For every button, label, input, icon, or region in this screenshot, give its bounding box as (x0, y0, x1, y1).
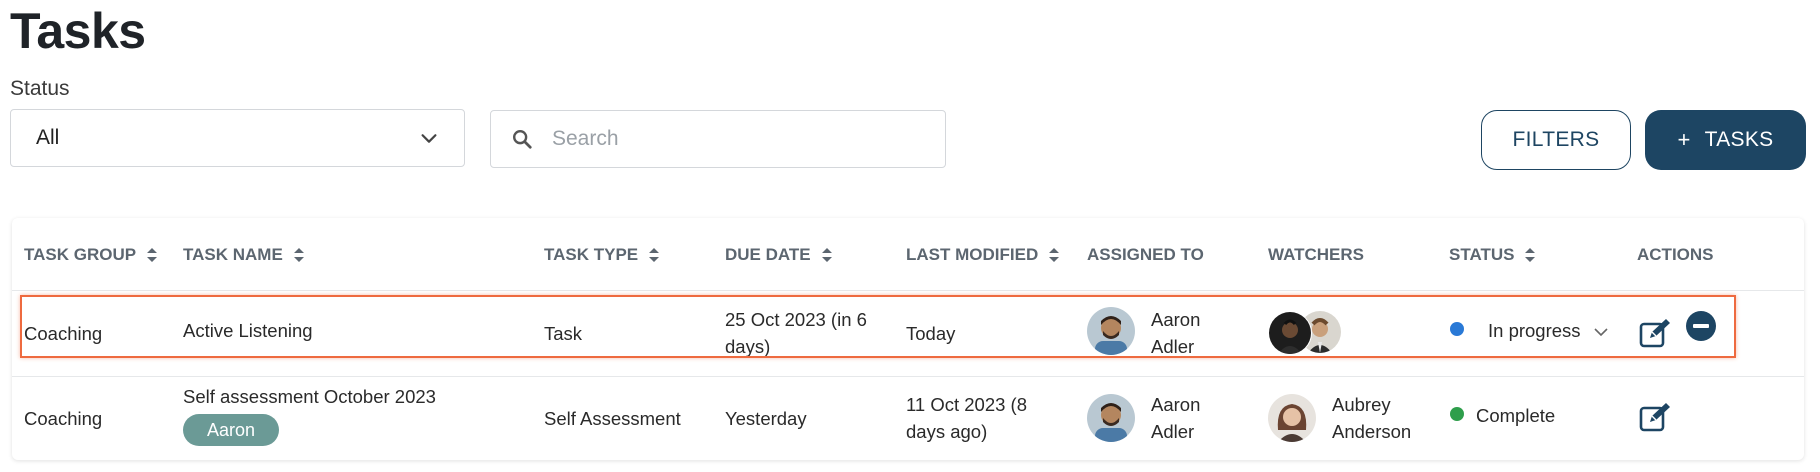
sort-icon (649, 248, 660, 262)
plus-icon: + (1677, 127, 1691, 152)
status-select[interactable]: All (10, 109, 465, 167)
column-header-label: ASSIGNED TO (1087, 245, 1204, 264)
assignee-last-name: Adler (1151, 421, 1195, 442)
task-tag: Aaron (183, 414, 280, 446)
remove-icon[interactable] (1685, 310, 1717, 342)
task-type-cell: Task (544, 323, 583, 344)
due-date-cell: Yesterday (725, 408, 807, 429)
column-header-task-group[interactable]: TASK GROUP (24, 245, 158, 265)
column-header-last-modified[interactable]: LAST MODIFIED (906, 245, 1060, 265)
task-group-cell: Coaching (24, 323, 103, 344)
task-name-cell: Self assessment October 2023 Aaron (183, 383, 436, 446)
sort-icon (147, 248, 158, 262)
sort-icon (821, 248, 832, 262)
column-header-task-type[interactable]: TASK TYPE (544, 245, 660, 265)
column-header-label: ACTIONS (1637, 245, 1714, 264)
column-header-assigned-to: ASSIGNED TO (1087, 245, 1204, 265)
edit-icon[interactable] (1639, 317, 1673, 349)
add-tasks-label: TASKS (1704, 128, 1774, 151)
status-dot (1450, 407, 1464, 421)
column-header-label: DUE DATE (725, 245, 811, 264)
table-row[interactable]: Coaching Active Listening Task 25 Oct 20… (12, 290, 1804, 377)
chevron-down-icon (421, 134, 437, 143)
task-name-cell[interactable]: Active Listening (183, 317, 313, 344)
column-header-label: WATCHERS (1268, 245, 1365, 264)
tasks-table: TASK GROUP TASK NAME TASK TYPE DUE DATE … (12, 218, 1804, 460)
watcher-avatar (1268, 394, 1316, 442)
column-header-actions: ACTIONS (1637, 245, 1714, 265)
column-header-label: LAST MODIFIED (906, 245, 1039, 264)
status-filter-label: Status (10, 77, 70, 100)
table-row[interactable]: Coaching Self assessment October 2023 Aa… (12, 377, 1804, 460)
edit-icon[interactable] (1639, 401, 1673, 433)
last-modified-cell: 11 Oct 2023 (8 days ago) (906, 391, 1027, 445)
last-modified-line: 11 Oct 2023 (8 (906, 394, 1028, 415)
column-header-label: TASK TYPE (544, 245, 639, 264)
column-header-task-name[interactable]: TASK NAME (183, 245, 305, 265)
assignee-first-name: Aaron (1151, 394, 1201, 415)
due-date-line: days) (725, 336, 771, 357)
status-dot (1450, 322, 1464, 336)
column-header-label: STATUS (1449, 245, 1515, 264)
column-header-status[interactable]: STATUS (1449, 245, 1536, 265)
status-text: Complete (1476, 405, 1556, 426)
task-type-cell: Self Assessment (544, 408, 681, 429)
watcher-name: Aubrey Anderson (1332, 391, 1411, 445)
assignee-avatar (1087, 394, 1135, 442)
last-modified-cell: Today (906, 323, 956, 344)
task-name-text[interactable]: Self assessment October 2023 (183, 383, 436, 410)
add-tasks-button[interactable]: + TASKS (1645, 110, 1806, 170)
assignee-name: Aaron Adler (1151, 306, 1200, 360)
column-header-due-date[interactable]: DUE DATE (725, 245, 833, 265)
status-select-value: All (36, 126, 60, 149)
assignee-avatar (1087, 307, 1135, 355)
filters-button[interactable]: FILTERS (1481, 110, 1631, 170)
chevron-down-icon (1594, 328, 1608, 337)
assignee-first-name: Aaron (1151, 309, 1201, 330)
last-modified-line: days ago) (906, 421, 988, 442)
assignee-last-name: Adler (1151, 336, 1195, 357)
search-icon (513, 130, 532, 149)
column-header-label: TASK NAME (183, 245, 283, 264)
column-header-watchers: WATCHERS (1268, 245, 1364, 265)
search-input[interactable] (550, 126, 914, 152)
table-header: TASK GROUP TASK NAME TASK TYPE DUE DATE … (12, 218, 1804, 291)
column-header-label: TASK GROUP (24, 245, 137, 264)
status-dropdown[interactable]: In progress (1488, 320, 1608, 342)
task-group-cell: Coaching (24, 408, 103, 429)
sort-icon (293, 248, 304, 262)
due-date-line: 25 Oct 2023 (in 6 (725, 309, 867, 330)
watcher-avatar (1268, 311, 1312, 355)
assignee-name: Aaron Adler (1151, 391, 1200, 445)
search-box[interactable] (490, 110, 946, 168)
status-text: In progress (1488, 320, 1581, 341)
sort-icon (1049, 248, 1060, 262)
sort-icon (1525, 248, 1536, 262)
due-date-cell: 25 Oct 2023 (in 6 days) (725, 306, 867, 360)
watcher-first-name: Aubrey (1332, 394, 1391, 415)
page-title: Tasks (10, 3, 146, 59)
watcher-last-name: Anderson (1332, 421, 1412, 442)
